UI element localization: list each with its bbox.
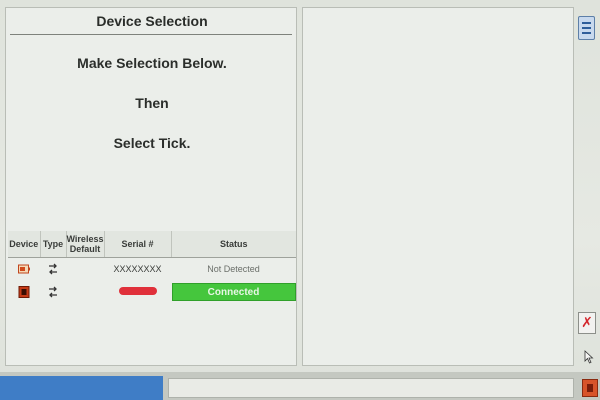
header-device: Device	[8, 231, 41, 258]
usb-transfer-icon	[49, 263, 57, 275]
device-cell	[8, 280, 40, 303]
status-cell: Connected	[171, 280, 296, 303]
serial-cell: XXXXXXXX	[113, 263, 162, 274]
serial-cell	[104, 280, 171, 303]
wireless-cell	[66, 280, 104, 303]
header-serial: Serial #	[104, 231, 172, 258]
status-connected-badge: Connected	[171, 282, 296, 301]
title-divider	[10, 34, 292, 35]
tick-icon[interactable]	[582, 379, 598, 397]
device-table: Device Type Wireless Default Serial # St…	[8, 231, 296, 303]
table-row[interactable]: XXXXXXXX Not Detected	[8, 257, 296, 280]
usb-transfer-icon	[49, 286, 57, 297]
menu-bar	[582, 32, 591, 34]
type-cell	[40, 257, 66, 280]
panel-title: Device Selection	[96, 13, 208, 29]
instruction-line-2: Then	[135, 95, 169, 111]
vci-device-icon	[18, 285, 30, 298]
table-row[interactable]: Connected	[8, 280, 296, 303]
device-selection-panel: Device Selection Make Selection Below. T…	[5, 7, 297, 366]
instruction-line-1: Make Selection Below.	[77, 55, 227, 71]
taskbar-button[interactable]	[0, 376, 163, 400]
right-panel	[302, 7, 574, 366]
header-wireless-default: Wireless Default	[66, 231, 105, 258]
type-cell	[40, 280, 66, 303]
device-cell	[8, 257, 40, 280]
header-type: Type	[40, 231, 67, 258]
taskbar-status-field	[168, 378, 574, 398]
cursor-icon	[584, 350, 594, 364]
adapter-icon	[18, 264, 30, 274]
header-status: Status	[171, 231, 296, 258]
menu-bar	[582, 22, 591, 24]
menu-bar	[582, 27, 591, 29]
table-header-row: Device Type Wireless Default Serial # St…	[8, 231, 296, 258]
wireless-cell	[66, 257, 104, 280]
instruction-line-3: Select Tick.	[113, 135, 191, 151]
status-text: Not Detected	[207, 263, 260, 274]
status-cell: Not Detected	[171, 257, 296, 280]
redacted-serial	[118, 286, 157, 295]
tick-icon-inner	[587, 384, 593, 392]
menu-icon[interactable]	[578, 16, 595, 40]
close-icon[interactable]: ✗	[578, 312, 596, 334]
app-screen: Device Selection Make Selection Below. T…	[0, 0, 600, 400]
